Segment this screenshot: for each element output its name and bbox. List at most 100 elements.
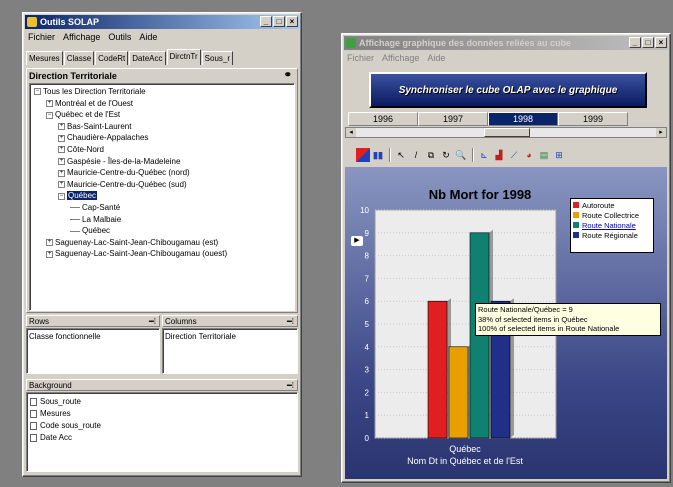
- tree-item[interactable]: − Tous les Direction Territoriale: [32, 86, 292, 98]
- tree-item[interactable]: + Mauricie-Centre-du-Québec (sud): [32, 179, 292, 191]
- bar-collectrice[interactable]: [448, 346, 469, 439]
- axis-icon[interactable]: ⊾: [477, 148, 491, 162]
- menu-outils[interactable]: Outils: [108, 32, 131, 42]
- pointer-icon[interactable]: ↖: [394, 148, 408, 162]
- tree-item[interactable]: + Montréal et de l'Ouest: [32, 98, 292, 110]
- year-1997[interactable]: 1997: [418, 112, 488, 126]
- expand-icon[interactable]: +: [46, 250, 53, 258]
- menu-aide[interactable]: Aide: [427, 53, 445, 63]
- menu-fichier[interactable]: Fichier: [347, 53, 374, 63]
- expand-icon[interactable]: +: [58, 157, 65, 165]
- expand-icon[interactable]: +: [46, 239, 53, 247]
- collapse-icon[interactable]: −: [46, 111, 53, 119]
- binoculars-icon[interactable]: ⚭: [284, 70, 292, 81]
- pin-icon[interactable]: ━⁞: [287, 316, 294, 328]
- minimize-button[interactable]: _: [260, 16, 272, 27]
- tree-item[interactable]: + Saguenay-Lac-Saint-Jean-Chibougamau (ou…: [32, 248, 292, 260]
- axis-marker-icon: ▶: [351, 236, 363, 246]
- right-titlebar[interactable]: Affichage graphique des données reliées …: [344, 36, 668, 50]
- background-item[interactable]: Sous_route: [30, 396, 294, 408]
- tree-item[interactable]: Québec: [32, 225, 292, 237]
- background-item-label: Date Acc: [40, 433, 73, 442]
- tab-sous-r[interactable]: Sous_r: [201, 51, 234, 65]
- expand-icon[interactable]: +: [58, 169, 65, 177]
- tree-item[interactable]: − Québec et de l'Est: [32, 109, 292, 121]
- bar-autoroute[interactable]: [427, 300, 448, 439]
- tree-item[interactable]: − Québec: [32, 190, 292, 202]
- tree-item[interactable]: + Chaudière-Appalaches: [32, 132, 292, 144]
- legend-item[interactable]: Route Nationale: [573, 221, 651, 231]
- legend-item[interactable]: Route Régionale: [573, 231, 651, 241]
- y-tick-label: 1: [365, 411, 370, 420]
- legend-swatch: [573, 232, 579, 238]
- expand-icon[interactable]: +: [58, 181, 65, 189]
- expand-icon[interactable]: +: [58, 134, 65, 142]
- tree-item[interactable]: + Saguenay-Lac-Saint-Jean-Chibougamau (es…: [32, 237, 292, 249]
- maximize-button[interactable]: □: [273, 16, 285, 27]
- menu-aide[interactable]: Aide: [139, 32, 157, 42]
- year-1999[interactable]: 1999: [558, 112, 628, 126]
- toolbar-separator: [389, 148, 391, 162]
- y-tick-label: 4: [365, 343, 370, 352]
- copy-icon[interactable]: ⧉: [424, 148, 438, 162]
- pin-icon[interactable]: ━⁞: [149, 316, 156, 328]
- tree-item[interactable]: + Gaspésie - Îles-de-la-Madeleine: [32, 156, 292, 168]
- tree-item[interactable]: Cap-Santé: [32, 202, 292, 214]
- rows-box[interactable]: Classe fonctionnelle: [26, 328, 160, 374]
- tab-dateacc[interactable]: DateAcc: [129, 51, 166, 65]
- chart-title: Nb Mort for 1998: [429, 187, 532, 202]
- maximize-button[interactable]: □: [642, 37, 654, 48]
- left-titlebar[interactable]: Outils SOLAP _ □ ×: [25, 15, 299, 29]
- year-1998[interactable]: 1998: [488, 112, 558, 126]
- menu-affichage[interactable]: Affichage: [382, 53, 419, 63]
- tree-item-label: Saguenay-Lac-Saint-Jean-Chibougamau (oue…: [55, 249, 228, 259]
- line-chart-icon[interactable]: ⟋: [507, 148, 521, 162]
- scroll-thumb[interactable]: [484, 128, 530, 137]
- close-button[interactable]: ×: [286, 16, 298, 27]
- legend-label: Route Collectrice: [582, 211, 640, 220]
- tree-item[interactable]: La Malbaie: [32, 214, 292, 226]
- tab-classe[interactable]: Classe: [63, 51, 95, 65]
- tree-item[interactable]: + Côte-Nord: [32, 144, 292, 156]
- tab-codert[interactable]: CodeRt: [95, 51, 129, 65]
- collapse-icon[interactable]: −: [58, 192, 65, 200]
- background-item[interactable]: Code sous_route: [30, 420, 294, 432]
- close-button[interactable]: ×: [655, 37, 667, 48]
- menu-affichage[interactable]: Affichage: [63, 32, 100, 42]
- pin-icon[interactable]: ━⁞: [287, 380, 294, 392]
- legend-item[interactable]: Autoroute: [573, 201, 651, 211]
- year-scrollbar[interactable]: ◂ ▸: [345, 127, 667, 138]
- scroll-right-icon[interactable]: ▸: [656, 128, 666, 137]
- grid-icon[interactable]: ⊞: [552, 148, 566, 162]
- year-1996[interactable]: 1996: [348, 112, 418, 126]
- pencil-icon[interactable]: /: [409, 148, 423, 162]
- background-item[interactable]: Date Acc: [30, 432, 294, 444]
- tree-item-label: Côte-Nord: [67, 144, 104, 154]
- expand-icon[interactable]: +: [46, 99, 53, 107]
- zoom-icon[interactable]: 🔍: [454, 148, 468, 162]
- bar-chart-icon[interactable]: ▟: [492, 148, 506, 162]
- expand-icon[interactable]: +: [58, 146, 65, 154]
- background-item-label: Mesures: [40, 409, 71, 418]
- rotate-icon[interactable]: ↻: [439, 148, 453, 162]
- legend-item[interactable]: Route Collectrice: [573, 211, 651, 221]
- palette-icon[interactable]: [356, 148, 370, 162]
- pie-chart-icon[interactable]: ◕: [522, 148, 536, 162]
- expand-icon[interactable]: +: [58, 123, 65, 131]
- tree-item[interactable]: + Mauricie-Centre-du-Québec (nord): [32, 167, 292, 179]
- legend-icon[interactable]: ▤: [537, 148, 551, 162]
- tab-dirctntr[interactable]: DirctnTr: [166, 49, 201, 65]
- minimize-button[interactable]: _: [629, 37, 641, 48]
- tab-mesures[interactable]: Mesures: [26, 51, 63, 65]
- series-icon[interactable]: ▮▮: [371, 148, 385, 162]
- document-icon: [30, 433, 37, 442]
- menu-fichier[interactable]: Fichier: [28, 32, 55, 42]
- tree-item-label: Gaspésie - Îles-de-la-Madeleine: [67, 156, 181, 166]
- columns-box[interactable]: Direction Territoriale: [162, 328, 298, 374]
- background-item[interactable]: Mesures: [30, 408, 294, 420]
- tree-item[interactable]: + Bas-Saint-Laurent: [32, 121, 292, 133]
- background-item-label: Code sous_route: [40, 421, 101, 430]
- collapse-icon[interactable]: −: [34, 88, 41, 96]
- sync-button[interactable]: Synchroniser le cube OLAP avec le graphi…: [369, 72, 647, 108]
- scroll-left-icon[interactable]: ◂: [346, 128, 356, 137]
